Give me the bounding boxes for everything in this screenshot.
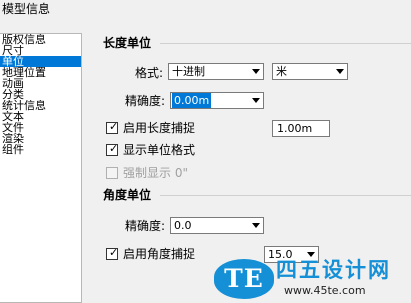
- sidebar-item-units[interactable]: 单位: [0, 56, 81, 67]
- length-snap-input[interactable]: 1.00m: [272, 120, 330, 137]
- sidebar-item-components[interactable]: 组件: [0, 144, 81, 155]
- angle-precision-select[interactable]: 0.0: [170, 217, 264, 234]
- length-snap-label: 启用长度捕捉: [123, 121, 196, 135]
- site-watermark: TE 四五设计网 www.45te.com: [214, 256, 411, 303]
- angle-precision-label: 精确度:: [125, 219, 166, 233]
- checkmark-icon: ✓: [109, 246, 119, 259]
- watermark-site-name: 四五设计网: [276, 258, 391, 282]
- sidebar-item-geo-location[interactable]: 地理位置: [0, 67, 81, 78]
- sidebar-item-dimensions[interactable]: 尺寸: [0, 45, 81, 56]
- format-select[interactable]: 十进制: [168, 63, 264, 80]
- sidebar-item-files[interactable]: 文件: [0, 122, 81, 133]
- length-units-divider: [160, 43, 411, 44]
- angle-snap-checkbox[interactable]: ✓: [106, 246, 119, 260]
- format-select-value: 十进制: [172, 65, 205, 78]
- unit-select-value: 米: [276, 65, 287, 78]
- sidebar-item-statistics[interactable]: 统计信息: [0, 100, 81, 111]
- angle-units-heading: 角度单位: [103, 188, 152, 202]
- length-units-heading: 长度单位: [103, 36, 152, 50]
- sidebar-item-classifications[interactable]: 分类: [0, 89, 81, 100]
- length-precision-select[interactable]: 0.00m: [170, 92, 264, 109]
- sidebar-item-copyright[interactable]: 版权信息: [0, 34, 81, 45]
- checkmark-icon: ✓: [109, 142, 119, 155]
- format-label: 格式:: [135, 66, 164, 80]
- watermark-url: www.45te.com: [284, 284, 366, 297]
- length-snap-checkbox[interactable]: ✓: [106, 120, 119, 134]
- chevron-down-icon: [252, 69, 260, 74]
- show-unit-format-label: 显示单位格式: [123, 143, 196, 157]
- window-title: 模型信息: [2, 2, 51, 16]
- angle-units-divider: [160, 195, 411, 196]
- angle-precision-value: 0.0: [174, 219, 192, 232]
- sidebar-item-text[interactable]: 文本: [0, 111, 81, 122]
- sidebar-item-rendering[interactable]: 渲染: [0, 133, 81, 144]
- category-list[interactable]: 版权信息 尺寸 单位 地理位置 动画 分类 统计信息 文本 文件 渲染 组件: [0, 33, 82, 303]
- chevron-down-icon: [252, 223, 260, 228]
- unit-select[interactable]: 米: [272, 63, 348, 80]
- angle-snap-label: 启用角度捕捉: [123, 247, 196, 261]
- length-precision-value: 0.00m: [172, 93, 212, 108]
- force-zero-label: 强制显示 0": [123, 166, 188, 180]
- chevron-down-icon: [252, 98, 260, 103]
- length-precision-label: 精确度:: [125, 94, 166, 108]
- sidebar-item-animation[interactable]: 动画: [0, 78, 81, 89]
- show-unit-format-checkbox[interactable]: ✓: [106, 142, 119, 156]
- checkmark-icon: ✓: [109, 120, 119, 133]
- chevron-down-icon: [336, 69, 344, 74]
- watermark-logo: TE: [214, 259, 274, 299]
- force-zero-checkbox[interactable]: [106, 167, 118, 179]
